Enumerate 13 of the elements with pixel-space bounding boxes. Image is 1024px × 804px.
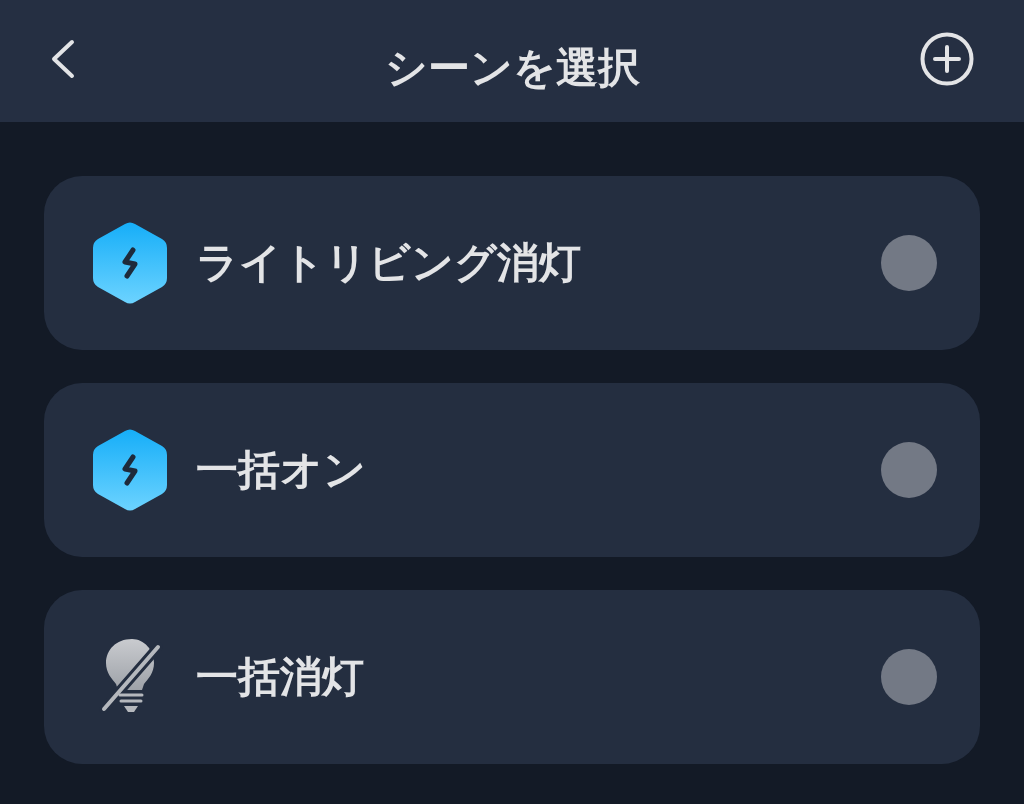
scene-name: 一括オン [196,445,367,495]
lightning-hexagon-icon [92,222,168,304]
radio-button[interactable] [881,649,937,705]
scene-card[interactable]: 一括消灯 [44,590,980,764]
scene-name: 一括消灯 [196,652,365,702]
add-circle-icon[interactable] [920,32,974,86]
radio-button[interactable] [881,442,937,498]
lightning-hexagon-icon [92,429,168,511]
page-title: シーンを選択 [384,43,640,93]
radio-button[interactable] [881,235,937,291]
scene-card[interactable]: ライトリビング消灯 [44,176,980,350]
scene-card[interactable]: 一括オン [44,383,980,557]
scene-name: ライトリビング消灯 [196,238,582,288]
